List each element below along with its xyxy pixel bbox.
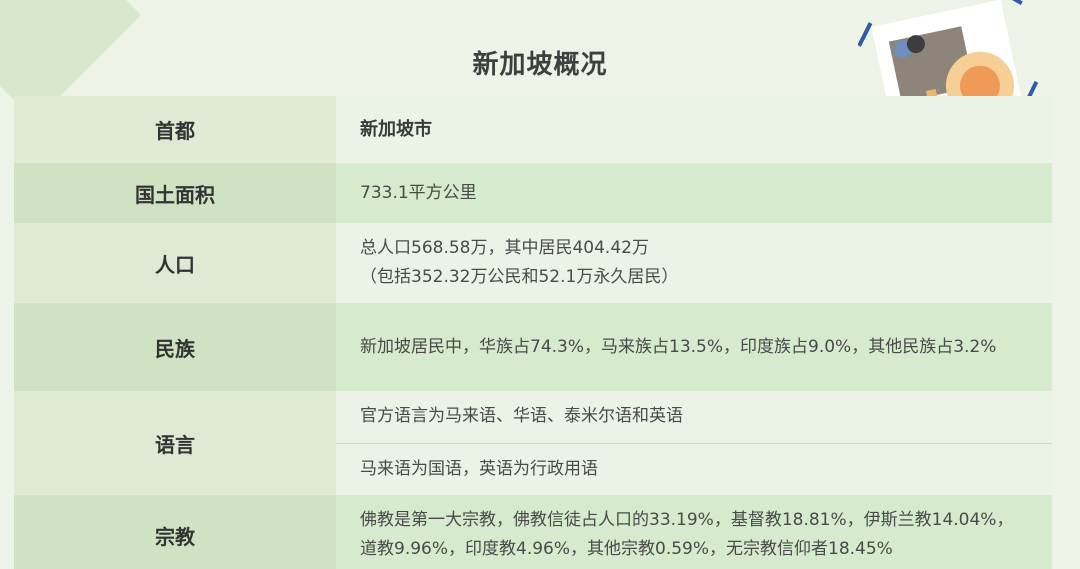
- row-label: 国土面积: [14, 163, 336, 223]
- row-value: 733.1平方公里: [336, 163, 1052, 223]
- row-value: 官方语言为马来语、华语、泰米尔语和英语 马来语为国语，英语为行政用语: [336, 391, 1052, 495]
- row-value: 佛教是第一大宗教，佛教信徒占人口的33.19%，基督教18.81%，伊斯兰教14…: [336, 495, 1052, 569]
- info-table: 首都 新加坡市 国土面积 733.1平方公里 人口 总人口568.58万，其中居…: [14, 96, 1052, 569]
- row-label: 民族: [14, 303, 336, 391]
- table-row: 人口 总人口568.58万，其中居民404.42万 （包括352.32万公民和5…: [14, 223, 1052, 303]
- table-row: 国土面积 733.1平方公里: [14, 163, 1052, 223]
- value-line: 总人口568.58万，其中居民404.42万: [360, 238, 649, 258]
- value-line: 佛教是第一大宗教，佛教信徒占人口的33.19%，基督教18.81%，伊斯兰教14…: [360, 510, 1014, 530]
- table-row: 语言 官方语言为马来语、华语、泰米尔语和英语 马来语为国语，英语为行政用语: [14, 391, 1052, 495]
- value-line: 道教9.96%，印度教4.96%，其他宗教0.59%，无宗教信仰者18.45%: [360, 539, 893, 559]
- row-value: 新加坡居民中，华族占74.3%，马来族占13.5%，印度族占9.0%，其他民族占…: [336, 303, 1052, 391]
- table-row: 宗教 佛教是第一大宗教，佛教信徒占人口的33.19%，基督教18.81%，伊斯兰…: [14, 495, 1052, 569]
- row-value: 总人口568.58万，其中居民404.42万 （包括352.32万公民和52.1…: [336, 223, 1052, 303]
- table-row: 首都 新加坡市: [14, 96, 1052, 163]
- table-row: 民族 新加坡居民中，华族占74.3%，马来族占13.5%，印度族占9.0%，其他…: [14, 303, 1052, 391]
- row-label: 人口: [14, 223, 336, 303]
- value-line: （包括352.32万公民和52.1万永久居民）: [360, 267, 679, 287]
- row-value: 新加坡市: [336, 96, 1052, 163]
- row-label: 语言: [14, 391, 336, 495]
- row-label: 首都: [14, 96, 336, 163]
- value-line: 官方语言为马来语、华语、泰米尔语和英语: [360, 406, 683, 427]
- row-label: 宗教: [14, 495, 336, 569]
- value-line: 马来语为国语，英语为行政用语: [336, 442, 1052, 496]
